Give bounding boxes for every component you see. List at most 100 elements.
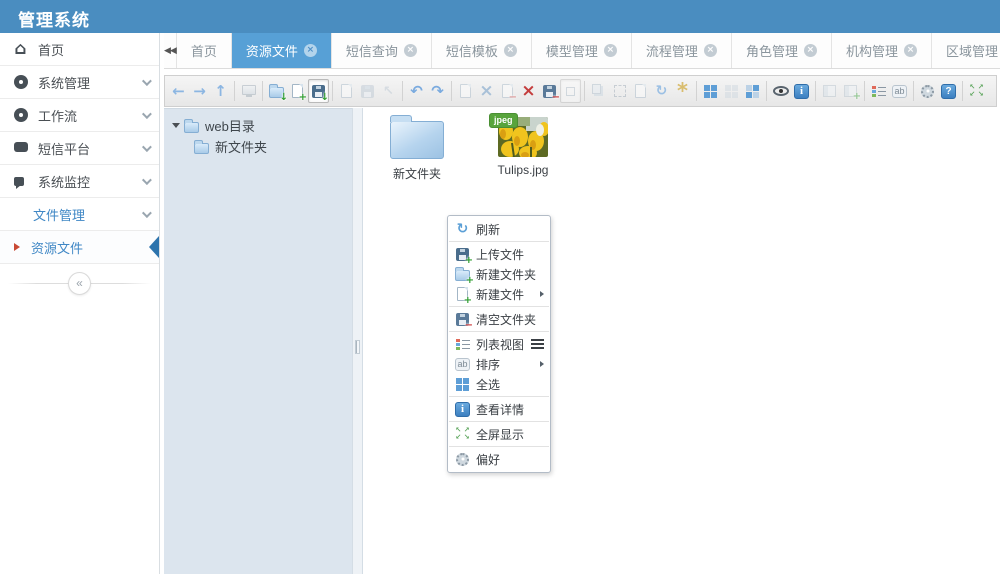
list-view-icon [455, 338, 470, 350]
eye-button[interactable] [770, 79, 791, 103]
info-button[interactable]: i [791, 79, 812, 103]
save-button[interactable] [308, 79, 329, 103]
file-manager-body: web目录 新文件夹 新文件夹 jpeg Tulips.jpg [164, 108, 1000, 574]
tab-close-icon[interactable]: × [503, 44, 517, 57]
toolbar-separator [584, 81, 585, 101]
submenu-arrow-icon [540, 291, 544, 297]
tab-close-icon[interactable]: × [303, 44, 317, 57]
tab-close-icon[interactable]: × [803, 44, 817, 57]
large-icons-view-button[interactable] [700, 79, 721, 103]
menu-item-fullscreen[interactable]: 全屏显示 [448, 424, 550, 444]
menu-item-refresh[interactable]: 刷新 [448, 219, 550, 239]
save-as-button[interactable] [357, 79, 378, 103]
camera-icon [13, 176, 24, 189]
toolbar-separator [234, 81, 235, 101]
small-icons-view-button[interactable] [721, 79, 742, 103]
menu-item-label: 刷新 [476, 222, 501, 237]
folder-download-icon [269, 84, 284, 98]
tab-organization-management[interactable]: 机构管理 × [831, 33, 932, 68]
large-icons-view-icon [704, 84, 717, 98]
sidebar-item-workflow[interactable]: 工作流 [0, 99, 159, 132]
menu-divider [449, 396, 549, 397]
tile-view-icon [746, 84, 759, 98]
tab-close-icon[interactable]: × [603, 44, 617, 57]
menu-item-new-folder[interactable]: 新建文件夹 [448, 264, 550, 286]
sidebar-item-system-management[interactable]: 系统管理 [0, 66, 159, 99]
tab-close-icon[interactable]: × [703, 44, 717, 57]
new-file-icon [457, 287, 468, 301]
menu-item-preferences[interactable]: 偏好 [448, 449, 550, 469]
sidebar-item-resource-files[interactable]: 资源文件 [0, 231, 159, 264]
back-button[interactable] [168, 79, 189, 103]
file-item-image[interactable]: jpeg Tulips.jpg [481, 112, 565, 182]
chat-icon [13, 141, 28, 152]
select-area-button[interactable] [609, 79, 630, 103]
forward-button[interactable] [189, 79, 210, 103]
list-dark-icon [531, 339, 544, 349]
folder-download-button[interactable] [266, 79, 288, 103]
copy-stack-button[interactable] [588, 79, 609, 103]
tab-region-management[interactable]: 区域管理 × [931, 33, 1000, 68]
tab-home[interactable]: 首页 [176, 33, 232, 68]
sort-button[interactable]: ab [889, 79, 910, 103]
menu-item-upload-file[interactable]: 上传文件 [448, 244, 550, 266]
panel-button[interactable] [819, 79, 840, 103]
sidebar-item-label: 短信平台 [38, 141, 91, 157]
copy-file-icon [341, 84, 352, 98]
fullscreen-button[interactable] [966, 79, 987, 103]
tab-sms-template[interactable]: 短信模板 × [431, 33, 532, 68]
panel-splitter[interactable] [352, 108, 363, 574]
tab-close-icon[interactable]: × [903, 44, 917, 57]
sidebar-item-file-management[interactable]: 文件管理 [0, 198, 159, 231]
sidebar-collapse-button[interactable]: « [68, 271, 91, 295]
computer-button[interactable] [238, 79, 259, 103]
splitter-grip-icon[interactable] [355, 340, 360, 354]
file-item-folder[interactable]: 新文件夹 [375, 112, 459, 182]
cut-button[interactable] [476, 79, 497, 103]
toolbar-separator [815, 81, 816, 101]
tile-view-button[interactable] [742, 79, 763, 103]
redo-button[interactable] [427, 79, 448, 103]
replace-button[interactable] [651, 79, 672, 103]
new-file-button[interactable] [287, 79, 308, 103]
sidebar-item-sms-platform[interactable]: 短信平台 [0, 132, 159, 165]
menu-item-list-view[interactable]: 列表视图 [448, 334, 550, 354]
help-button[interactable]: ? [938, 79, 959, 103]
gear-icon [13, 108, 28, 122]
delete-button[interactable] [518, 79, 539, 103]
favorite-button[interactable] [672, 79, 693, 103]
favorite-icon [677, 87, 688, 95]
tab-close-icon[interactable]: × [403, 44, 417, 57]
tree-node-web-directory[interactable]: web目录 [168, 115, 348, 136]
menu-item-select-all[interactable]: 全选 [448, 374, 550, 394]
tab-role-management[interactable]: 角色管理 × [731, 33, 832, 68]
undo-button[interactable] [406, 79, 427, 103]
preview-button[interactable] [560, 79, 581, 103]
up-button[interactable] [210, 79, 231, 103]
settings-button[interactable] [917, 79, 938, 103]
menu-item-new-file[interactable]: 新建文件 [448, 284, 550, 306]
sidebar-item-home[interactable]: 首页 [0, 33, 159, 66]
tab-model-management[interactable]: 模型管理 × [531, 33, 632, 68]
tab-scroll-left-button[interactable]: ◀◀ [164, 33, 177, 68]
menu-item-label: 全选 [476, 377, 501, 392]
clear-folder-button[interactable] [539, 79, 560, 103]
tab-process-management[interactable]: 流程管理 × [631, 33, 732, 68]
sidebar-item-system-monitor[interactable]: 系统监控 [0, 165, 159, 198]
copy-button[interactable] [455, 79, 476, 103]
paste-button[interactable] [497, 79, 518, 103]
rename-file-button[interactable] [630, 79, 651, 103]
pointer-button[interactable] [378, 79, 399, 103]
menu-item-label: 新建文件夹 [476, 267, 537, 282]
menu-item-clear-folder[interactable]: 清空文件夹 [448, 309, 550, 331]
menu-item-sort[interactable]: ab 排序 [448, 354, 550, 374]
menu-item-view-details[interactable]: i 查看详情 [448, 399, 550, 419]
tree-expand-caret-icon[interactable] [172, 123, 180, 128]
tab-sms-query[interactable]: 短信查询 × [331, 33, 432, 68]
panel-add-button[interactable] [840, 79, 861, 103]
list-view-button[interactable] [868, 79, 889, 103]
tree-node-new-folder[interactable]: 新文件夹 [168, 136, 348, 157]
copy-file-button[interactable] [336, 79, 357, 103]
tab-resource-files[interactable]: 资源文件 × [231, 33, 332, 68]
chevron-down-icon [141, 174, 152, 185]
